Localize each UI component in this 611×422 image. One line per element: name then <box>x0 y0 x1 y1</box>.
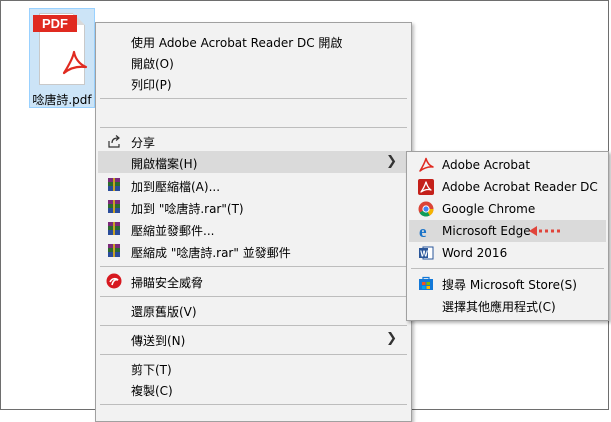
menu-item-label: 掃瞄安全威脅 <box>131 276 204 290</box>
menu-separator <box>100 404 407 405</box>
menu-item-send-to[interactable]: 傳送到(N) ❯ <box>98 328 409 350</box>
submenu-item-chrome[interactable]: Google Chrome <box>409 198 606 220</box>
submenu-item-edge[interactable]: e Microsoft Edge <box>409 220 606 242</box>
svg-text:e: e <box>419 223 427 239</box>
menu-separator <box>411 268 604 269</box>
submenu-item-label: Adobe Acrobat <box>442 158 531 172</box>
edge-icon: e <box>419 223 427 239</box>
submenu-item-other[interactable]: 選擇其他應用程式(C) <box>409 294 606 316</box>
submenu-item-label: Adobe Acrobat Reader DC <box>442 180 598 194</box>
desktop-file-icon[interactable]: PDF 唸唐詩.pdf <box>29 8 95 108</box>
menu-item-label: 傳送到(N) <box>131 334 186 348</box>
winrar-icon <box>108 244 120 257</box>
menu-item-label: 壓縮並發郵件... <box>131 224 215 238</box>
submenu-item-word[interactable]: W Word 2016 <box>409 242 606 264</box>
menu-item-label: 列印(P) <box>131 78 172 92</box>
winrar-icon <box>108 200 120 213</box>
file-name[interactable]: 唸唐詩.pdf <box>30 91 94 108</box>
menu-item-label: 使用 Adobe Acrobat Reader DC 開啟 <box>131 36 343 50</box>
submenu-item-label: Google Chrome <box>442 202 536 216</box>
submenu-item-acrobat-reader[interactable]: Adobe Acrobat Reader DC <box>409 176 606 198</box>
acrobat-icon <box>419 157 434 172</box>
submenu-item-acrobat[interactable]: Adobe Acrobat <box>409 154 606 176</box>
word-icon: W <box>419 246 434 260</box>
menu-item-restore[interactable]: 還原舊版(V) <box>98 299 409 321</box>
menu-item-label: 加到壓縮檔(A)... <box>131 180 221 194</box>
chevron-right-icon: ❯ <box>386 154 397 169</box>
trend-micro-icon <box>106 273 122 289</box>
menu-item-print[interactable]: 列印(P) <box>98 72 409 94</box>
submenu-item-label: 選擇其他應用程式(C) <box>442 300 556 314</box>
winrar-icon <box>108 178 120 191</box>
menu-item-open[interactable]: 開啟(O) <box>98 51 409 73</box>
chevron-right-icon: ❯ <box>386 331 397 346</box>
menu-separator <box>100 98 407 99</box>
menu-separator <box>100 127 407 128</box>
menu-item-label: 分享 <box>131 136 156 150</box>
menu-item-label: 還原舊版(V) <box>131 305 197 319</box>
share-icon <box>108 135 120 148</box>
submenu-item-label: Microsoft Edge <box>442 224 531 238</box>
menu-item-label: 開啟檔案(H) <box>131 157 198 171</box>
menu-item-label: 複製(C) <box>131 384 173 398</box>
submenu-item-label: Word 2016 <box>442 246 508 260</box>
pdf-badge: PDF <box>33 15 77 32</box>
menu-separator <box>100 266 407 267</box>
pointer-arrow-icon <box>529 226 562 236</box>
menu-item-compress-email[interactable]: 壓縮並發郵件... <box>98 218 409 240</box>
menu-separator <box>100 354 407 355</box>
acrobat-reader-icon <box>418 179 434 195</box>
menu-item-add-rar[interactable]: 加到 "唸唐詩.rar"(T) <box>98 196 409 218</box>
menu-item-cut[interactable]: 剪下(T) <box>98 357 409 379</box>
menu-item-label: 剪下(T) <box>131 363 172 377</box>
svg-text:W: W <box>420 249 428 258</box>
menu-item-copy[interactable]: 複製(C) <box>98 378 409 400</box>
menu-item-share[interactable]: 分享 <box>98 130 409 152</box>
menu-item-scan[interactable]: 掃瞄安全威脅 <box>98 270 409 292</box>
context-menu: 使用 Adobe Acrobat Reader DC 開啟 開啟(O) 列印(P… <box>95 22 412 422</box>
menu-item-compress-rar-email[interactable]: 壓縮成 "唸唐詩.rar" 並發郵件 <box>98 240 409 262</box>
menu-separator <box>100 325 407 326</box>
submenu-item-store[interactable]: 搜尋 Microsoft Store(S) <box>409 272 606 294</box>
menu-item-open-with-acrobat[interactable]: 使用 Adobe Acrobat Reader DC 開啟 <box>98 30 409 52</box>
acrobat-icon <box>62 50 88 75</box>
store-icon <box>419 276 433 290</box>
menu-item-label: 加到 "唸唐詩.rar"(T) <box>131 202 244 216</box>
open-with-submenu: Adobe Acrobat Adobe Acrobat Reader DC Go… <box>406 151 609 321</box>
submenu-item-label: 搜尋 Microsoft Store(S) <box>442 278 577 292</box>
menu-item-label: 開啟(O) <box>131 57 174 71</box>
menu-item-label: 壓縮成 "唸唐詩.rar" 並發郵件 <box>131 246 291 260</box>
menu-item-add-archive[interactable]: 加到壓縮檔(A)... <box>98 174 409 196</box>
winrar-icon <box>108 222 120 235</box>
menu-separator <box>100 296 407 297</box>
menu-item-open-with[interactable]: 開啟檔案(H) ❯ <box>98 151 409 173</box>
chrome-icon <box>418 201 434 217</box>
